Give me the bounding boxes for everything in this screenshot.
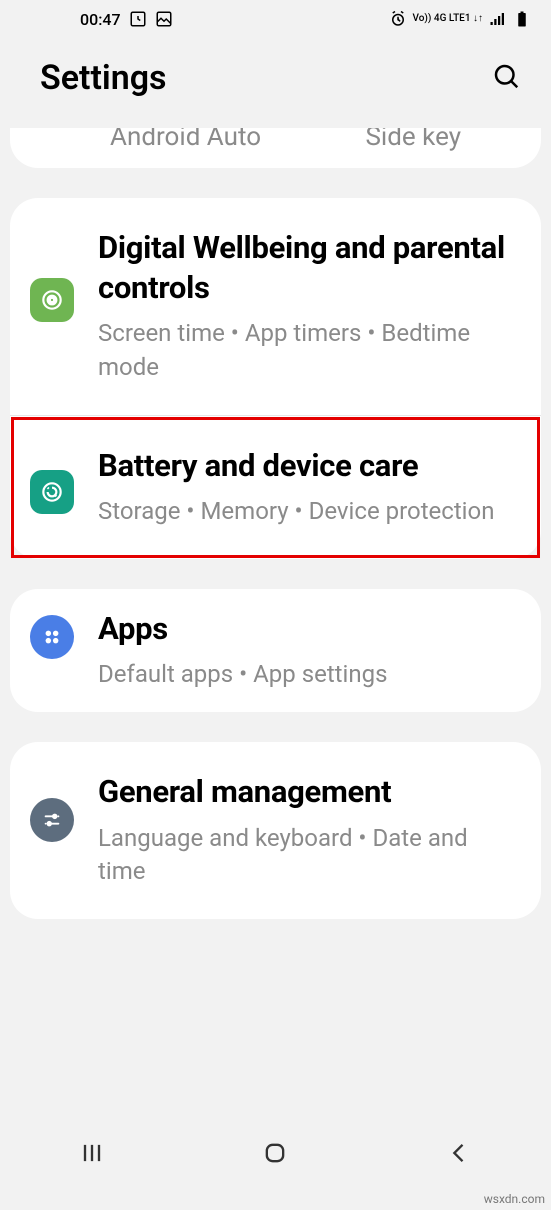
- status-bar: 00:47 Vo)) 4G LTE1 ↓↑: [0, 0, 551, 38]
- settings-item-general-management[interactable]: General management Language and keyboard…: [10, 742, 541, 919]
- recents-icon: [78, 1139, 106, 1167]
- settings-header: Settings: [0, 38, 551, 128]
- battery-icon: [513, 10, 531, 28]
- watermark: wsxdn.com: [484, 1192, 545, 1206]
- device-care-icon: [30, 470, 74, 514]
- recents-button[interactable]: [78, 1139, 106, 1171]
- item-subtitle: Default apps • App settings: [98, 658, 521, 692]
- partial-text-1: Android Auto: [110, 128, 261, 152]
- general-management-icon: [30, 798, 74, 842]
- back-button[interactable]: [445, 1139, 473, 1171]
- partial-previous-card: Android Auto Side key: [10, 128, 541, 168]
- item-subtitle: Screen time • App timers • Bedtime mode: [98, 317, 521, 384]
- settings-card-1: Digital Wellbeing and parental controls …: [10, 198, 541, 559]
- settings-item-battery-device-care[interactable]: Battery and device care Storage • Memory…: [10, 416, 541, 559]
- image-icon: [155, 10, 173, 28]
- navigation-bar: [0, 1130, 551, 1180]
- settings-card-2: Apps Default apps • App settings: [10, 589, 541, 712]
- item-title: Battery and device care: [98, 446, 521, 486]
- home-icon: [261, 1139, 289, 1167]
- item-subtitle: Language and keyboard • Date and time: [98, 822, 521, 889]
- settings-card-3: General management Language and keyboard…: [10, 742, 541, 919]
- item-title: Apps: [98, 609, 521, 649]
- partial-text-2: Side key: [365, 128, 461, 152]
- home-button[interactable]: [261, 1139, 289, 1171]
- alarm-icon: [389, 10, 407, 28]
- apps-icon: [30, 615, 74, 659]
- network-label: Vo)) 4G LTE1 ↓↑: [413, 14, 483, 24]
- wellbeing-icon: [30, 278, 74, 322]
- clock-square-icon: [129, 10, 147, 28]
- settings-item-apps[interactable]: Apps Default apps • App settings: [10, 589, 541, 712]
- item-title: General management: [98, 772, 521, 812]
- search-icon: [491, 61, 521, 91]
- search-button[interactable]: [491, 61, 521, 95]
- settings-item-digital-wellbeing[interactable]: Digital Wellbeing and parental controls …: [10, 198, 541, 416]
- item-subtitle: Storage • Memory • Device protection: [98, 495, 521, 529]
- signal-icon: [489, 10, 507, 28]
- item-title: Digital Wellbeing and parental controls: [98, 228, 521, 307]
- page-title: Settings: [40, 58, 167, 98]
- back-icon: [445, 1139, 473, 1167]
- status-time: 00:47: [80, 10, 121, 29]
